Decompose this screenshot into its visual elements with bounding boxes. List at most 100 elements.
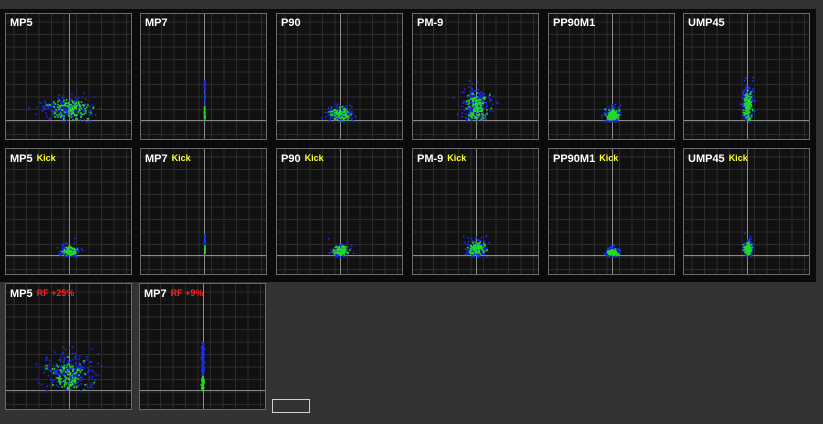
hit-point-blue	[59, 372, 61, 374]
hit-point-green	[335, 248, 338, 251]
hit-point-blue	[80, 365, 82, 368]
hit-point-blue	[204, 90, 206, 92]
hit-point-blue	[47, 374, 50, 377]
spray-panel[interactable]: PM-9 Kick	[412, 148, 539, 275]
hit-point-blue	[473, 256, 476, 258]
hit-point-blue	[74, 375, 77, 377]
hit-point-blue	[479, 96, 482, 98]
hit-point-green	[746, 90, 749, 92]
hit-point-blue	[204, 98, 206, 100]
spray-panel[interactable]: P90 Kick	[276, 148, 403, 275]
modifier-tag: Kick	[304, 153, 324, 163]
hit-point-blue	[44, 108, 47, 110]
spray-panel[interactable]: MP7	[140, 13, 267, 140]
hit-point-blue	[470, 237, 473, 240]
hit-point-green	[68, 253, 70, 255]
hit-point-green	[77, 111, 79, 113]
hit-point-green	[750, 249, 753, 251]
hit-point-blue	[603, 111, 606, 114]
hit-point-blue	[62, 346, 64, 349]
panel-title: PM-9	[417, 17, 443, 30]
hit-point-blue	[78, 355, 81, 357]
hit-point-blue	[350, 248, 352, 250]
hit-point-blue	[617, 111, 619, 114]
hit-point-green	[350, 113, 352, 116]
hit-point-blue	[59, 366, 62, 368]
spray-panel[interactable]: PM-9	[412, 13, 539, 140]
hit-point-green	[336, 111, 338, 114]
hit-point-green	[79, 371, 82, 373]
hit-point-blue	[327, 238, 330, 240]
spray-panel[interactable]: MP7 RF +9%	[139, 283, 266, 410]
hit-point-green	[467, 114, 470, 117]
hit-point-blue	[350, 114, 353, 117]
hit-point-blue	[55, 363, 58, 365]
hit-point-blue	[748, 238, 751, 240]
hit-point-green	[78, 374, 80, 377]
hit-point-blue	[68, 347, 71, 349]
hit-point-blue	[78, 361, 80, 364]
hit-point-green	[341, 119, 343, 122]
hit-point-green	[55, 109, 57, 111]
hit-point-green	[336, 119, 339, 121]
hit-point-green	[344, 249, 347, 251]
spray-panel[interactable]: PP90M1 Kick	[548, 148, 675, 275]
hit-point-blue	[330, 249, 332, 251]
spray-panel[interactable]: MP5	[5, 13, 132, 140]
hit-point-blue	[476, 81, 479, 83]
hit-point-green	[608, 253, 610, 255]
hit-point-green	[484, 115, 486, 117]
spray-panel[interactable]: UMP45 Kick	[683, 148, 810, 275]
hit-point-green	[747, 243, 750, 245]
hit-point-green	[613, 110, 615, 112]
hit-point-green	[749, 117, 752, 120]
hit-point-green	[340, 111, 343, 113]
hit-point-green	[483, 251, 485, 253]
hit-point-blue	[71, 346, 74, 348]
hit-point-blue	[48, 359, 51, 362]
hit-point-green	[465, 107, 468, 110]
hit-point-green	[56, 377, 58, 379]
hit-point-green	[66, 364, 69, 366]
hit-point-green	[610, 114, 613, 117]
spray-panel[interactable]: MP5 Kick	[5, 148, 132, 275]
hit-point-blue	[744, 242, 746, 245]
hit-point-green	[66, 368, 69, 371]
hit-point-green	[74, 250, 76, 252]
empty-box[interactable]	[272, 399, 310, 413]
hit-point-green	[60, 104, 63, 107]
hit-point-blue	[324, 116, 327, 118]
hit-point-blue	[489, 110, 492, 112]
hit-point-blue	[201, 373, 203, 376]
spray-panel[interactable]: MP5 RF +25%	[5, 283, 132, 410]
hit-point-green	[333, 252, 335, 254]
spray-panel[interactable]: MP7 Kick	[140, 148, 267, 275]
hit-point-blue	[90, 384, 92, 387]
hit-point-blue	[741, 103, 743, 106]
spray-panel[interactable]: UMP45	[683, 13, 810, 140]
hit-point-green	[341, 246, 343, 249]
hit-point-green	[63, 104, 66, 107]
hit-point-green	[474, 100, 477, 102]
hit-point-green	[743, 102, 745, 105]
panel-title: PP90M1 Kick	[553, 152, 618, 166]
hit-point-blue	[478, 93, 480, 95]
hit-point-green	[338, 252, 341, 254]
hit-point-green	[473, 115, 476, 117]
spray-panel[interactable]: PP90M1	[548, 13, 675, 140]
hit-point-blue	[203, 104, 206, 106]
hit-point-blue	[347, 246, 349, 248]
hit-point-green	[486, 113, 488, 115]
spray-panel[interactable]: P90	[276, 13, 403, 140]
hit-point-blue	[45, 112, 47, 114]
hit-point-green	[70, 104, 72, 106]
hit-point-blue	[202, 349, 205, 351]
hit-point-green	[475, 244, 477, 247]
hit-point-green	[59, 111, 62, 114]
hit-point-blue	[479, 239, 482, 242]
hit-point-blue	[751, 113, 753, 115]
hit-point-green	[71, 381, 73, 384]
hit-point-green	[482, 114, 484, 116]
hit-point-green	[63, 100, 65, 102]
spray-plot	[277, 149, 402, 274]
